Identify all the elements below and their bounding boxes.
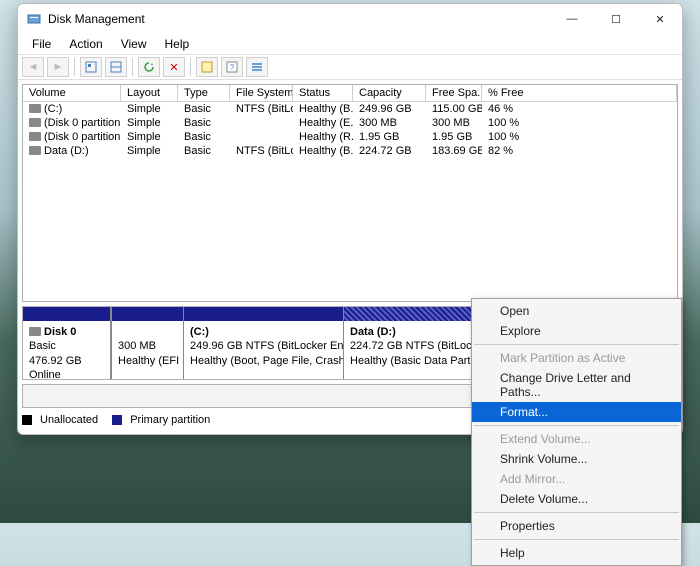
app-icon <box>26 11 42 27</box>
menu-help[interactable]: Help <box>157 36 198 52</box>
col-layout[interactable]: Layout <box>121 85 178 101</box>
col-volume[interactable]: Volume <box>23 85 121 101</box>
disk-status: Online <box>29 369 61 381</box>
table-row[interactable]: (Disk 0 partition 1)SimpleBasicHealthy (… <box>23 116 677 130</box>
col-type[interactable]: Type <box>178 85 230 101</box>
menu-view[interactable]: View <box>113 36 155 52</box>
ctx-properties[interactable]: Properties <box>472 516 681 536</box>
context-menu: Open Explore Mark Partition as Active Ch… <box>471 298 682 566</box>
ctx-open[interactable]: Open <box>472 301 681 321</box>
table-row[interactable]: (C:)SimpleBasicNTFS (BitLoc...Healthy (B… <box>23 102 677 116</box>
ctx-extend: Extend Volume... <box>472 429 681 449</box>
ctx-shrink[interactable]: Shrink Volume... <box>472 449 681 469</box>
ctx-explore[interactable]: Explore <box>472 321 681 341</box>
col-freespace[interactable]: Free Spa... <box>426 85 482 101</box>
primary-swatch <box>112 415 122 425</box>
ctx-change-letter[interactable]: Change Drive Letter and Paths... <box>472 368 681 402</box>
unallocated-swatch <box>22 415 32 425</box>
disk-size: 476.92 GB <box>29 355 82 367</box>
window-title: Disk Management <box>48 12 145 26</box>
toolbar: ◄ ► ✕ ? <box>18 54 682 80</box>
menubar: File Action View Help <box>18 34 682 54</box>
back-button[interactable]: ◄ <box>22 57 44 77</box>
delete-button[interactable]: ✕ <box>163 57 185 77</box>
ctx-mirror: Add Mirror... <box>472 469 681 489</box>
legend-unalloc: Unallocated <box>40 414 98 426</box>
refresh-button[interactable] <box>138 57 160 77</box>
volume-list: Volume Layout Type File System Status Ca… <box>22 84 678 302</box>
menu-action[interactable]: Action <box>61 36 110 52</box>
tool-b[interactable] <box>105 57 127 77</box>
col-status[interactable]: Status <box>293 85 353 101</box>
table-row[interactable]: Data (D:)SimpleBasicNTFS (BitLoc...Healt… <box>23 144 677 158</box>
partition-efi[interactable]: 300 MBHealthy (EFI Sy: <box>111 307 183 379</box>
maximize-button[interactable]: ☐ <box>594 4 638 34</box>
disk-name: Disk 0 <box>44 326 76 338</box>
titlebar[interactable]: Disk Management ― ☐ ✕ <box>18 4 682 34</box>
forward-button[interactable]: ► <box>47 57 69 77</box>
svg-text:?: ? <box>230 63 235 72</box>
ctx-help[interactable]: Help <box>472 543 681 563</box>
properties-button[interactable] <box>196 57 218 77</box>
table-row[interactable]: (Disk 0 partition 5)SimpleBasicHealthy (… <box>23 130 677 144</box>
disk-label[interactable]: Disk 0 Basic 476.92 GB Online <box>23 307 111 379</box>
disk-icon <box>29 327 41 336</box>
disk-type: Basic <box>29 340 56 352</box>
col-pctfree[interactable]: % Free <box>482 85 677 101</box>
ctx-delete[interactable]: Delete Volume... <box>472 489 681 509</box>
list-view-button[interactable] <box>246 57 268 77</box>
col-filesystem[interactable]: File System <box>230 85 293 101</box>
tool-a[interactable] <box>80 57 102 77</box>
help-button[interactable]: ? <box>221 57 243 77</box>
column-headers: Volume Layout Type File System Status Ca… <box>23 85 677 102</box>
partition-c[interactable]: (C:)249.96 GB NTFS (BitLocker EncryptedH… <box>183 307 343 379</box>
minimize-button[interactable]: ― <box>550 4 594 34</box>
ctx-format[interactable]: Format... <box>472 402 681 422</box>
legend-primary: Primary partition <box>130 414 210 426</box>
menu-file[interactable]: File <box>24 36 59 52</box>
col-capacity[interactable]: Capacity <box>353 85 426 101</box>
close-button[interactable]: ✕ <box>638 4 682 34</box>
ctx-mark-active: Mark Partition as Active <box>472 348 681 368</box>
